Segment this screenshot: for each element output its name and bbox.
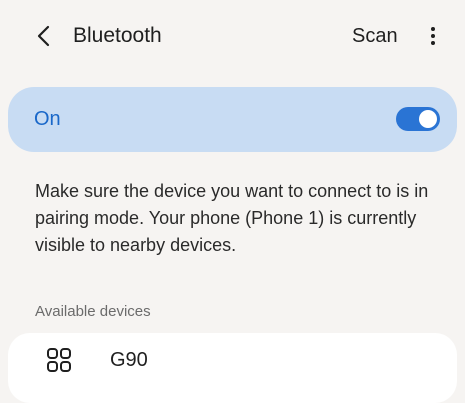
device-name: G90: [110, 349, 148, 371]
chevron-left-icon: [37, 25, 50, 47]
page-title: Bluetooth: [73, 24, 162, 47]
more-vertical-icon: [431, 27, 435, 45]
bluetooth-toggle-switch[interactable]: [396, 107, 440, 131]
device-list-item[interactable]: G90: [8, 333, 457, 403]
more-options-button[interactable]: [422, 22, 444, 50]
available-devices-heading: Available devices: [35, 303, 151, 320]
device-grid-icon: [47, 348, 71, 372]
pairing-description: Make sure the device you want to connect…: [35, 181, 429, 255]
scan-button[interactable]: Scan: [352, 22, 398, 50]
toggle-knob: [419, 110, 437, 128]
app-header: Bluetooth Scan: [0, 0, 465, 72]
bluetooth-toggle-card[interactable]: On: [8, 87, 457, 152]
back-button[interactable]: [30, 22, 58, 50]
toggle-state-label: On: [34, 108, 61, 130]
